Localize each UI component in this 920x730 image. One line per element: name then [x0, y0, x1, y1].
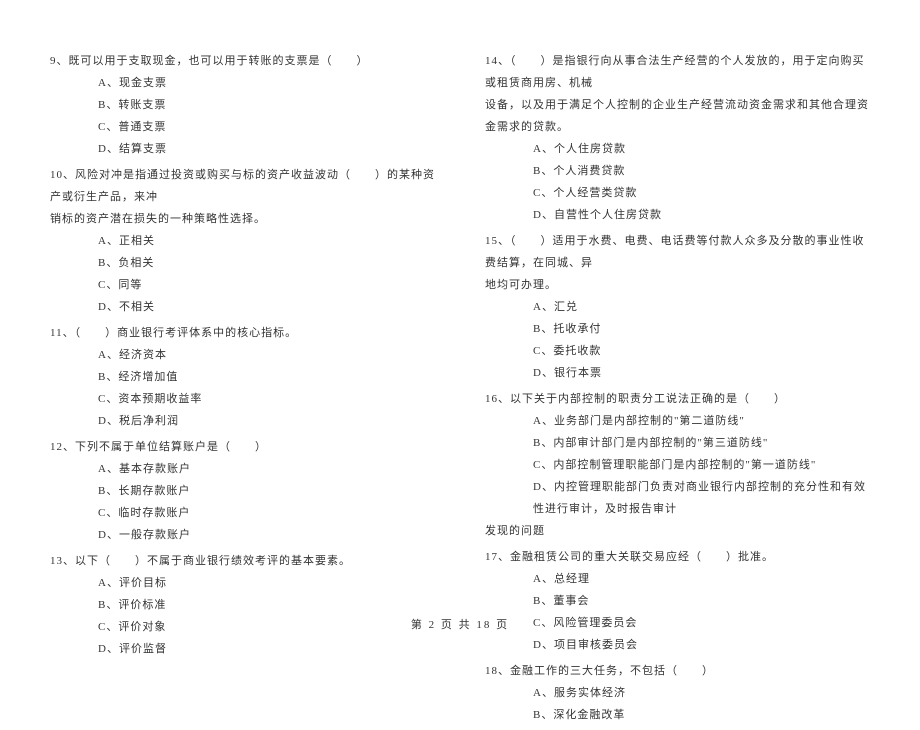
option-d: D、项目审核委员会 [485, 634, 870, 656]
option-c: C、普通支票 [50, 116, 435, 138]
option-b: B、董事会 [485, 590, 870, 612]
option-d: D、评价监督 [50, 638, 435, 660]
option-d: D、结算支票 [50, 138, 435, 160]
question-12: 12、下列不属于单位结算账户是（ ） A、基本存款账户 B、长期存款账户 C、临… [50, 436, 435, 546]
question-17: 17、金融租赁公司的重大关联交易应经（ ）批准。 A、总经理 B、董事会 C、风… [485, 546, 870, 656]
option-a: A、经济资本 [50, 344, 435, 366]
question-14: 14、（ ）是指银行向从事合法生产经营的个人发放的，用于定向购买或租赁商用房、机… [485, 50, 870, 226]
question-stem: 12、下列不属于单位结算账户是（ ） [50, 436, 435, 458]
option-d: D、银行本票 [485, 362, 870, 384]
option-c: C、资本预期收益率 [50, 388, 435, 410]
option-a: A、业务部门是内部控制的"第二道防线" [485, 410, 870, 432]
question-10: 10、风险对冲是指通过投资或购买与标的资产收益波动（ ）的某种资产或衍生产品，来… [50, 164, 435, 318]
option-c: C、内部控制管理职能部门是内部控制的"第一道防线" [485, 454, 870, 476]
option-b: B、托收承付 [485, 318, 870, 340]
option-d: D、不相关 [50, 296, 435, 318]
option-b: B、转账支票 [50, 94, 435, 116]
option-c: C、委托收款 [485, 340, 870, 362]
option-a: A、现金支票 [50, 72, 435, 94]
question-stem-cont: 设备，以及用于满足个人控制的企业生产经营流动资金需求和其他合理资金需求的贷款。 [485, 94, 870, 138]
question-stem: 14、（ ）是指银行向从事合法生产经营的个人发放的，用于定向购买或租赁商用房、机… [485, 50, 870, 94]
option-b: B、深化金融改革 [485, 704, 870, 726]
option-a: A、评价目标 [50, 572, 435, 594]
option-b: B、负相关 [50, 252, 435, 274]
question-stem: 18、金融工作的三大任务，不包括（ ） [485, 660, 870, 682]
option-a: A、汇兑 [485, 296, 870, 318]
question-stem: 10、风险对冲是指通过投资或购买与标的资产收益波动（ ）的某种资产或衍生产品，来… [50, 164, 435, 208]
option-b: B、长期存款账户 [50, 480, 435, 502]
option-d: D、内控管理职能部门负责对商业银行内部控制的充分性和有效性进行审计，及时报告审计 [485, 476, 870, 520]
option-c: C、个人经营类贷款 [485, 182, 870, 204]
question-9: 9、既可以用于支取现金，也可以用于转账的支票是（ ） A、现金支票 B、转账支票… [50, 50, 435, 160]
option-b: B、经济增加值 [50, 366, 435, 388]
question-stem-cont: 销标的资产潜在损失的一种策略性选择。 [50, 208, 435, 230]
question-stem: 17、金融租赁公司的重大关联交易应经（ ）批准。 [485, 546, 870, 568]
question-16: 16、以下关于内部控制的职责分工说法正确的是（ ） A、业务部门是内部控制的"第… [485, 388, 870, 542]
question-stem: 15、（ ）适用于水费、电费、电话费等付款人众多及分散的事业性收费结算，在同城、… [485, 230, 870, 274]
option-a: A、个人住房贷款 [485, 138, 870, 160]
question-11: 11、（ ）商业银行考评体系中的核心指标。 A、经济资本 B、经济增加值 C、资… [50, 322, 435, 432]
option-b: B、个人消费贷款 [485, 160, 870, 182]
question-stem: 9、既可以用于支取现金，也可以用于转账的支票是（ ） [50, 50, 435, 72]
option-c: C、同等 [50, 274, 435, 296]
option-b: B、评价标准 [50, 594, 435, 616]
option-a: A、基本存款账户 [50, 458, 435, 480]
question-stem: 11、（ ）商业银行考评体系中的核心指标。 [50, 322, 435, 344]
option-b: B、内部审计部门是内部控制的"第三道防线" [485, 432, 870, 454]
option-c: C、临时存款账户 [50, 502, 435, 524]
option-d: D、一般存款账户 [50, 524, 435, 546]
page-footer: 第 2 页 共 18 页 [0, 616, 920, 632]
question-13: 13、以下（ ）不属于商业银行绩效考评的基本要素。 A、评价目标 B、评价标准 … [50, 550, 435, 660]
question-15: 15、（ ）适用于水费、电费、电话费等付款人众多及分散的事业性收费结算，在同城、… [485, 230, 870, 384]
option-d-cont: 发现的问题 [485, 520, 870, 542]
question-stem-cont: 地均可办理。 [485, 274, 870, 296]
option-d: D、税后净利润 [50, 410, 435, 432]
option-a: A、服务实体经济 [485, 682, 870, 704]
question-stem: 13、以下（ ）不属于商业银行绩效考评的基本要素。 [50, 550, 435, 572]
option-a: A、总经理 [485, 568, 870, 590]
question-18: 18、金融工作的三大任务，不包括（ ） A、服务实体经济 B、深化金融改革 [485, 660, 870, 726]
option-a: A、正相关 [50, 230, 435, 252]
question-stem: 16、以下关于内部控制的职责分工说法正确的是（ ） [485, 388, 870, 410]
option-d: D、自营性个人住房贷款 [485, 204, 870, 226]
